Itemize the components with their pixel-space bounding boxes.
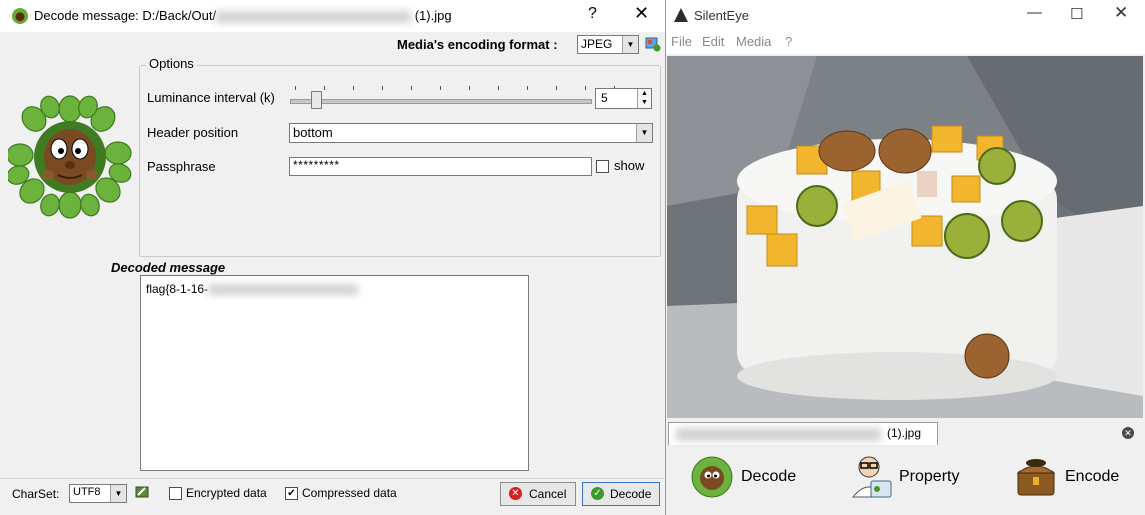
media-format-select[interactable]: JPEG ▼ bbox=[577, 35, 639, 54]
menu-edit[interactable]: Edit bbox=[702, 34, 724, 49]
chevron-down-icon: ▼ bbox=[636, 124, 652, 142]
main-window-title: SilentEye bbox=[694, 8, 749, 23]
check-icon: ✓ bbox=[591, 487, 604, 500]
main-close-button[interactable]: ✕ bbox=[1114, 3, 1128, 23]
luminance-slider[interactable] bbox=[290, 99, 592, 104]
redacted-filename bbox=[216, 10, 412, 23]
media-format-value: JPEG bbox=[581, 37, 613, 51]
help-button[interactable]: ? bbox=[588, 5, 597, 23]
minimize-button[interactable]: — bbox=[1027, 4, 1042, 21]
decode-mascot-icon bbox=[691, 456, 733, 498]
cancel-button[interactable]: ✕ Cancel bbox=[500, 482, 576, 506]
media-preview-image bbox=[667, 56, 1143, 418]
slider-tick bbox=[295, 86, 296, 90]
menu-media[interactable]: Media bbox=[736, 34, 771, 49]
luminance-label: Luminance interval (k) bbox=[147, 90, 275, 105]
slider-tick bbox=[498, 86, 499, 90]
media-tab-label: (1).jpg bbox=[887, 426, 922, 440]
header-position-select[interactable]: bottom ▼ bbox=[289, 123, 653, 143]
slider-tick bbox=[556, 86, 557, 90]
decoded-message-label: Decoded message bbox=[111, 260, 226, 275]
close-button[interactable]: ✕ bbox=[634, 3, 649, 24]
show-label: show bbox=[614, 158, 645, 173]
header-position-label: Header position bbox=[147, 125, 239, 140]
passphrase-input[interactable]: ********* bbox=[289, 157, 592, 176]
passphrase-value: ********* bbox=[293, 158, 340, 172]
show-passphrase-checkbox[interactable] bbox=[596, 160, 609, 173]
silenteye-app-icon bbox=[12, 8, 28, 24]
format-settings-icon[interactable] bbox=[645, 36, 661, 52]
charset-value: UTF8 bbox=[73, 486, 101, 498]
decoded-text-visible: flag{8-1-16- bbox=[146, 282, 209, 296]
passphrase-label: Passphrase bbox=[147, 159, 216, 174]
mascot-logo bbox=[8, 95, 132, 219]
property-person-icon bbox=[851, 456, 892, 498]
redacted-tab-name bbox=[676, 428, 881, 441]
encode-chest-icon bbox=[1016, 459, 1056, 496]
charset-edit-icon[interactable] bbox=[134, 484, 150, 500]
maximize-button[interactable]: ☐ bbox=[1070, 5, 1083, 23]
dialog-title: Decode message: D:/Back/Out/ (1).jpg bbox=[34, 8, 452, 23]
encrypted-data-checkbox[interactable] bbox=[169, 487, 182, 500]
media-format-label: Media's encoding format : bbox=[397, 37, 558, 52]
luminance-slider-handle[interactable] bbox=[311, 91, 322, 109]
header-position-value: bottom bbox=[293, 125, 333, 140]
silenteye-logo-icon bbox=[674, 8, 688, 22]
decode-button[interactable]: ✓ Decode bbox=[582, 482, 660, 506]
big-decode-label: Decode bbox=[741, 468, 797, 485]
luminance-value: 5 bbox=[601, 91, 608, 105]
luminance-spinbox[interactable]: 5 ▲ ▼ bbox=[595, 88, 652, 109]
dialog-title-suffix: (1).jpg bbox=[414, 8, 452, 23]
big-encode-label: Encode bbox=[1065, 468, 1120, 485]
slider-tick bbox=[440, 86, 441, 90]
chevron-down-icon: ▼ bbox=[110, 485, 126, 502]
slider-tick bbox=[324, 86, 325, 90]
encrypted-data-label: Encrypted data bbox=[186, 486, 267, 500]
decoded-message-textarea[interactable] bbox=[140, 275, 529, 471]
slider-tick bbox=[469, 86, 470, 90]
menu-file[interactable]: File bbox=[671, 34, 692, 49]
big-property-label: Property bbox=[899, 468, 960, 485]
decode-label: Decode bbox=[610, 487, 652, 501]
cancel-icon: ✕ bbox=[509, 487, 522, 500]
options-title: Options bbox=[146, 56, 197, 71]
slider-tick bbox=[353, 86, 354, 90]
close-tab-icon[interactable]: ✕ bbox=[1122, 427, 1134, 439]
slider-tick bbox=[527, 86, 528, 90]
slider-tick bbox=[382, 86, 383, 90]
chevron-down-icon: ▼ bbox=[622, 36, 638, 53]
decoded-message-text: flag{8-1-16- bbox=[146, 282, 359, 296]
divider bbox=[0, 478, 664, 479]
charset-label: CharSet: bbox=[12, 487, 60, 501]
dialog-title-path: Decode message: D:/Back/Out/ bbox=[34, 8, 217, 23]
compressed-data-label: Compressed data bbox=[302, 486, 397, 500]
spin-buttons[interactable]: ▲ ▼ bbox=[637, 89, 651, 108]
compressed-data-checkbox[interactable]: ✔ bbox=[285, 487, 298, 500]
slider-tick bbox=[411, 86, 412, 90]
cancel-label: Cancel bbox=[529, 487, 567, 501]
charset-select[interactable]: UTF8 ▼ bbox=[69, 484, 127, 503]
menu-help[interactable]: ? bbox=[785, 34, 792, 49]
slider-tick bbox=[585, 86, 586, 90]
redacted-flag bbox=[208, 284, 359, 296]
